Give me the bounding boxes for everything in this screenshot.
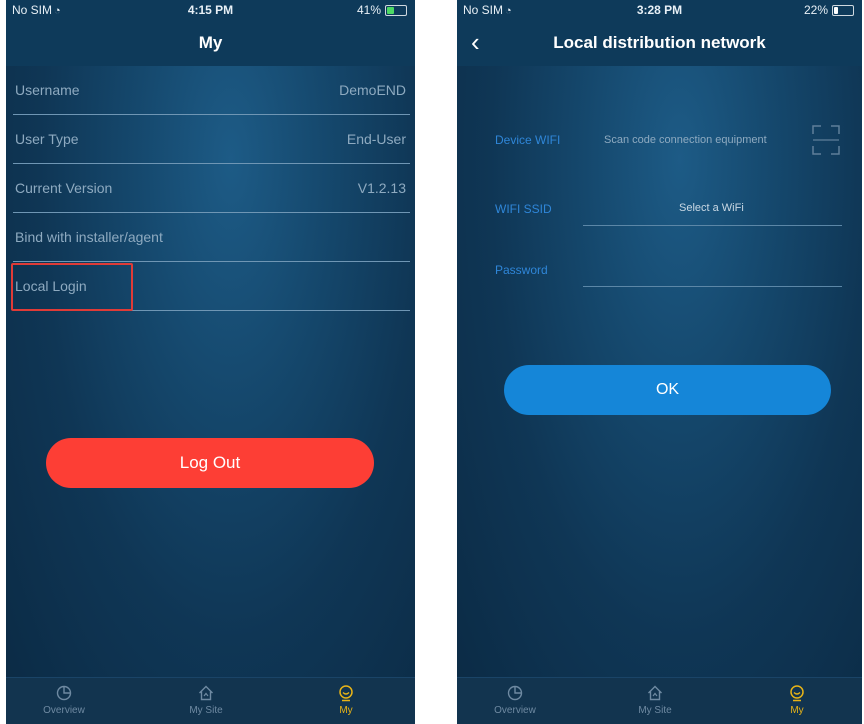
user-profile-icon xyxy=(339,685,353,702)
status-bar: No SIM ◔ 4:15 PM 41% xyxy=(6,0,415,20)
tab-my-site-label: My Site xyxy=(189,705,223,716)
battery-indicator: 41% xyxy=(357,3,407,17)
username-label: Username xyxy=(15,82,80,98)
device-wifi-label: Device WIFI xyxy=(495,133,561,147)
pie-chart-icon xyxy=(507,685,523,701)
local-network-screen: No SIM ◔ 3:28 PM 22% ‹ Local distribution… xyxy=(457,0,862,724)
current-version-value: V1.2.13 xyxy=(357,180,406,196)
current-version-label: Current Version xyxy=(15,180,113,196)
house-icon xyxy=(199,685,213,701)
tab-my[interactable]: My xyxy=(747,678,847,716)
wifi-ssid-select[interactable]: Select a WiFi xyxy=(679,202,744,214)
tab-my-site-label: My Site xyxy=(638,705,672,716)
tab-my-label: My xyxy=(790,705,804,716)
status-time: 3:28 PM xyxy=(636,3,683,17)
battery-indicator: 22% xyxy=(804,3,854,17)
my-screen: No SIM ◔ 4:15 PM 41% My Username DemoEND … xyxy=(6,0,415,724)
tab-my-site[interactable]: My Site xyxy=(605,678,705,716)
user-type-value: End-User xyxy=(346,131,406,147)
password-label: Password xyxy=(495,263,548,277)
pie-chart-icon xyxy=(56,685,72,701)
password-underline xyxy=(583,286,842,287)
nav-bar: ‹ Local distribution network xyxy=(457,20,862,66)
bind-installer-row[interactable]: Bind with installer/agent xyxy=(13,213,410,262)
highlight-annotation xyxy=(11,263,133,311)
tab-overview[interactable]: Overview xyxy=(14,678,114,716)
tab-my[interactable]: My xyxy=(296,678,396,716)
page-title: My xyxy=(6,20,415,66)
battery-percent: 22% xyxy=(803,3,828,17)
status-time: 4:15 PM xyxy=(187,3,234,17)
scan-code-text[interactable]: Scan code connection equipment xyxy=(604,134,767,146)
tab-overview-label: Overview xyxy=(43,705,85,716)
back-chevron-icon[interactable]: ‹ xyxy=(471,20,480,64)
wifi-ssid-underline xyxy=(583,225,842,226)
username-row: Username DemoEND xyxy=(13,66,410,115)
user-type-label: User Type xyxy=(15,131,79,147)
qr-scan-icon[interactable] xyxy=(812,125,840,155)
tab-overview[interactable]: Overview xyxy=(465,678,565,716)
tab-bar: Overview My Site My xyxy=(457,677,862,724)
battery-icon xyxy=(832,4,854,16)
ok-button[interactable]: OK xyxy=(504,365,831,415)
page-title: Local distribution network xyxy=(553,33,766,52)
username-value: DemoEND xyxy=(339,82,406,98)
current-version-row: Current Version V1.2.13 xyxy=(13,164,410,213)
user-profile-icon xyxy=(790,685,804,702)
wifi-ssid-label: WIFI SSID xyxy=(495,202,552,216)
logout-button[interactable]: Log Out xyxy=(46,438,374,488)
tab-my-site[interactable]: My Site xyxy=(156,678,256,716)
battery-percent: 41% xyxy=(356,3,381,17)
status-bar: No SIM ◔ 3:28 PM 22% xyxy=(457,0,862,20)
tab-overview-label: Overview xyxy=(494,705,536,716)
battery-icon xyxy=(385,4,407,16)
tab-bar: Overview My Site My xyxy=(6,677,415,724)
tab-my-label: My xyxy=(339,705,353,716)
house-icon xyxy=(648,685,662,701)
user-type-row: User Type End-User xyxy=(13,115,410,164)
bind-installer-label: Bind with installer/agent xyxy=(15,229,163,245)
